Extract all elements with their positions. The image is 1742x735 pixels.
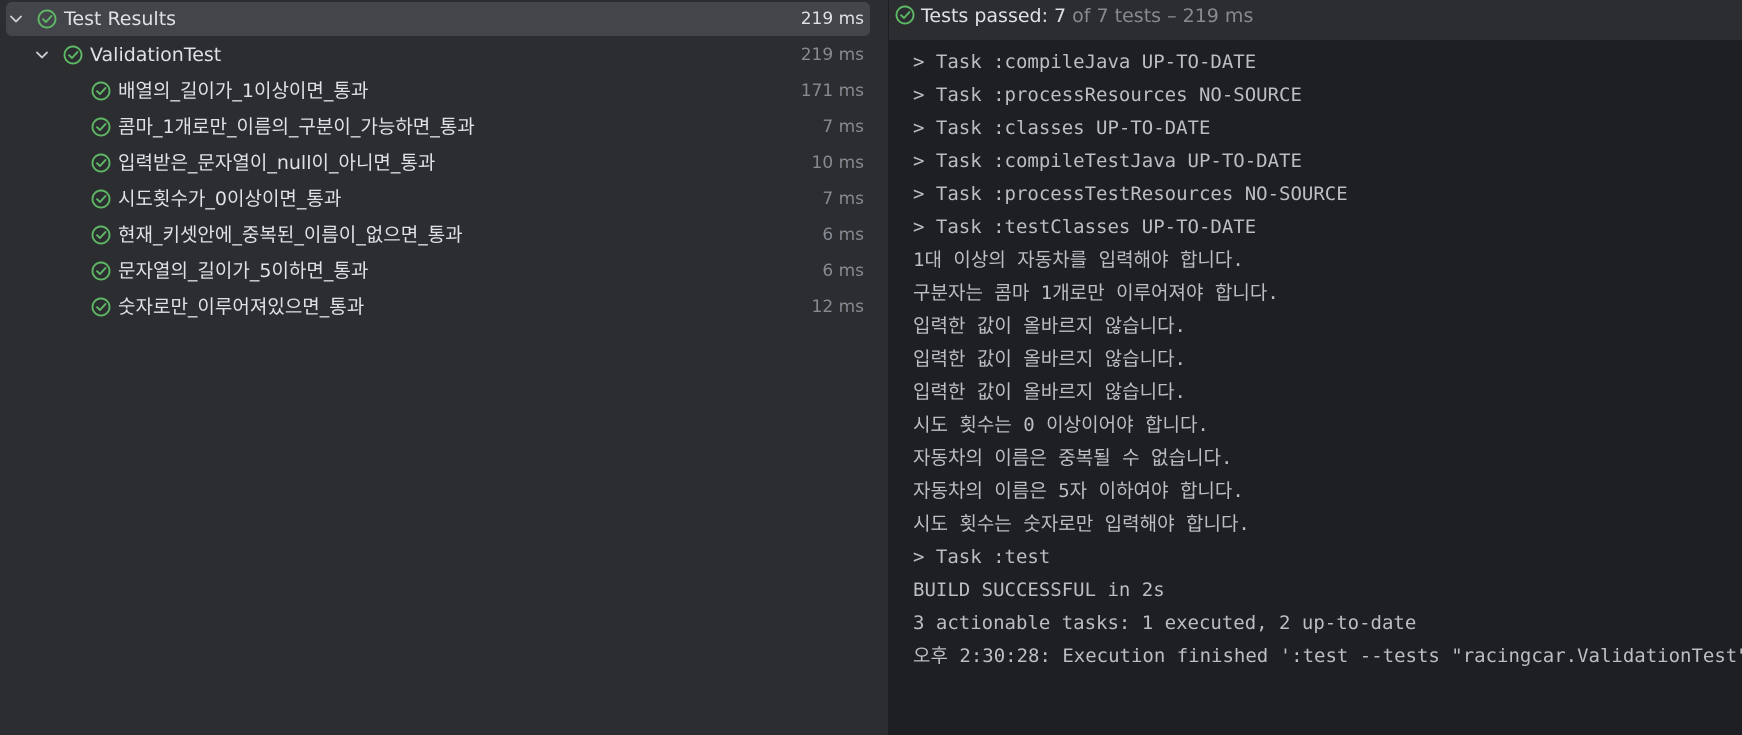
test-row[interactable]: 콤마_1개로만_이름의_구분이_가능하면_통과 7 ms bbox=[0, 110, 888, 144]
console-output[interactable]: > Task :compileJava UP-TO-DATE > Task :pr… bbox=[889, 40, 1742, 735]
test-name: 시도횟수가_0이상이면_통과 bbox=[118, 188, 342, 210]
test-passed-check-icon bbox=[62, 44, 84, 66]
test-duration: 7 ms bbox=[822, 189, 864, 209]
test-passed-check-icon bbox=[90, 116, 112, 138]
console-line: > Task :classes UP-TO-DATE bbox=[913, 117, 1211, 139]
console-line: 오후 2:30:28: Execution finished ':test --… bbox=[913, 645, 1742, 667]
test-passed-check-icon bbox=[90, 296, 112, 318]
tree-root-duration: 219 ms bbox=[800, 9, 864, 29]
console-line: > Task :processResources NO-SOURCE bbox=[913, 84, 1302, 106]
test-duration: 171 ms bbox=[800, 81, 864, 101]
test-results-tree-panel: Test Results 219 ms ValidationTest 219 m… bbox=[0, 0, 888, 735]
test-name: 입력받은_문자열이_null이_아니면_통과 bbox=[118, 152, 436, 174]
test-duration: 6 ms bbox=[822, 225, 864, 245]
suite-label: ValidationTest bbox=[90, 44, 222, 66]
console-line: > Task :compileJava UP-TO-DATE bbox=[913, 51, 1257, 73]
test-passed-check-icon bbox=[90, 260, 112, 282]
test-duration: 10 ms bbox=[811, 153, 864, 173]
test-passed-check-icon bbox=[90, 152, 112, 174]
console-line: 3 actionable tasks: 1 executed, 2 up-to-… bbox=[913, 612, 1417, 634]
test-duration: 6 ms bbox=[822, 261, 864, 281]
test-name: 콤마_1개로만_이름의_구분이_가능하면_통과 bbox=[118, 116, 475, 138]
console-panel: Tests passed: 7 of 7 tests – 219 ms > Ta… bbox=[889, 0, 1742, 735]
test-row[interactable]: 입력받은_문자열이_null이_아니면_통과 10 ms bbox=[0, 146, 888, 180]
test-row[interactable]: 시도횟수가_0이상이면_통과 7 ms bbox=[0, 182, 888, 216]
chevron-down-icon[interactable] bbox=[8, 11, 24, 27]
console-line: 1대 이상의 자동차를 입력해야 합니다. bbox=[913, 249, 1244, 271]
test-passed-check-icon bbox=[90, 224, 112, 246]
test-name: 현재_키셋안에_중복된_이름이_없으면_통과 bbox=[118, 224, 463, 246]
chevron-down-icon[interactable] bbox=[34, 47, 50, 63]
console-line: BUILD SUCCESSFUL in 2s bbox=[913, 579, 1165, 601]
test-row[interactable]: 숫자로만_이루어져있으면_통과 12 ms bbox=[0, 290, 888, 324]
test-row[interactable]: 문자열의_길이가_5이하면_통과 6 ms bbox=[0, 254, 888, 288]
tree-root-label: Test Results bbox=[64, 8, 177, 30]
test-duration: 12 ms bbox=[811, 297, 864, 317]
test-passed-check-icon bbox=[90, 188, 112, 210]
suite-duration: 219 ms bbox=[800, 45, 864, 65]
tree-row-validation-test[interactable]: ValidationTest 219 ms bbox=[0, 38, 888, 72]
test-name: 숫자로만_이루어져있으면_통과 bbox=[118, 296, 365, 318]
tests-passed-summary: Tests passed: 7 of 7 tests – 219 ms bbox=[921, 4, 1253, 28]
console-line: > Task :compileTestJava UP-TO-DATE bbox=[913, 150, 1302, 172]
test-passed-check-icon bbox=[90, 80, 112, 102]
test-name: 배열의_길이가_1이상이면_통과 bbox=[118, 80, 369, 102]
tree-row-test-results[interactable]: Test Results 219 ms bbox=[6, 2, 870, 36]
status-prefix: Tests passed: bbox=[921, 5, 1055, 27]
test-passed-check-icon bbox=[36, 8, 58, 30]
console-line: 자동차의 이름은 5자 이하여야 합니다. bbox=[913, 480, 1244, 502]
test-duration: 7 ms bbox=[822, 117, 864, 137]
console-line: > Task :test bbox=[913, 546, 1051, 568]
console-line: 입력한 값이 올바르지 않습니다. bbox=[913, 348, 1186, 370]
console-line: 시도 횟수는 숫자로만 입력해야 합니다. bbox=[913, 513, 1250, 535]
console-line: 시도 횟수는 0 이상이어야 합니다. bbox=[913, 414, 1209, 436]
console-line: 입력한 값이 올바르지 않습니다. bbox=[913, 381, 1186, 403]
test-status-bar: Tests passed: 7 of 7 tests – 219 ms bbox=[889, 0, 1742, 40]
console-line: 구분자는 콤마 1개로만 이루어져야 합니다. bbox=[913, 282, 1279, 304]
console-line: > Task :processTestResources NO-SOURCE bbox=[913, 183, 1348, 205]
test-passed-check-icon bbox=[894, 4, 916, 26]
console-line: 입력한 값이 올바르지 않습니다. bbox=[913, 315, 1186, 337]
status-passed-count: 7 bbox=[1054, 5, 1067, 27]
console-line: > Task :testClasses UP-TO-DATE bbox=[913, 216, 1257, 238]
test-row[interactable]: 배열의_길이가_1이상이면_통과 171 ms bbox=[0, 74, 888, 108]
test-name: 문자열의_길이가_5이하면_통과 bbox=[118, 260, 369, 282]
status-suffix: of 7 tests – 219 ms bbox=[1066, 5, 1254, 27]
console-line: 자동차의 이름은 중복될 수 없습니다. bbox=[913, 447, 1233, 469]
test-row[interactable]: 현재_키셋안에_중복된_이름이_없으면_통과 6 ms bbox=[0, 218, 888, 252]
